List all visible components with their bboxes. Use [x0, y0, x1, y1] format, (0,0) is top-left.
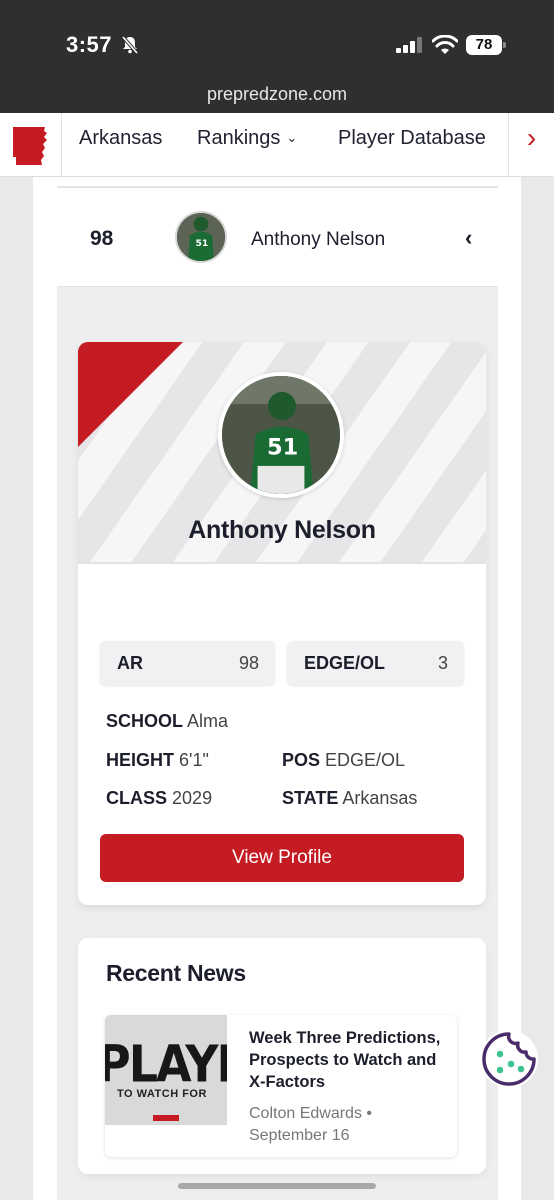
ranking-row[interactable]: 98 51 Anthony Nelson ‹ — [57, 189, 498, 287]
jersey-number: 51 — [267, 435, 298, 461]
stat-value: 3 — [437, 653, 448, 673]
svg-text:51: 51 — [195, 238, 208, 249]
nav-item-rankings-label: Rankings — [197, 127, 281, 149]
info-position: POS EDGE/OL — [282, 750, 405, 771]
info-label: CLASS — [106, 788, 168, 808]
rank-number: 98 — [90, 227, 114, 250]
info-value: Arkansas — [342, 788, 418, 808]
news-headline[interactable]: Week Three Predictions, Prospects to Wat… — [249, 1027, 449, 1093]
status-time: 3:57 — [66, 32, 113, 57]
chevron-right-icon[interactable]: › — [508, 113, 554, 177]
stat-value: 98 — [238, 653, 259, 673]
recent-news-section: Recent News PLAYERS TO WATCH FOR Week Th… — [78, 938, 486, 1174]
state-rank-box: AR 98 — [100, 641, 275, 685]
info-value: Alma — [187, 711, 229, 731]
news-meta: Colton Edwards • September 16 — [249, 1103, 449, 1147]
cellular-signal-icon — [396, 37, 422, 53]
thumbnail-logo — [153, 1115, 179, 1121]
arkansas-state-icon — [13, 127, 47, 165]
info-value: 6'1" — [179, 750, 209, 770]
nav-item-arkansas[interactable]: Arkansas — [79, 113, 162, 177]
status-bar: 3:57 78 prepredzone.com — [0, 0, 554, 113]
page-content: 98 51 Anthony Nelson ‹ 51 Anthony Nelson… — [33, 177, 521, 1200]
home-indicator[interactable] — [178, 1183, 376, 1189]
stat-label: AR — [117, 653, 143, 673]
site-nav: Arkansas Rankings ⌄ Player Database › — [0, 113, 554, 177]
cookie-settings-button[interactable] — [480, 1030, 538, 1088]
news-author: Colton Edwards — [249, 1105, 362, 1122]
thumbnail-subtext: TO WATCH FOR — [117, 1088, 207, 1100]
info-value: EDGE/OL — [325, 750, 406, 770]
cookie-icon — [482, 1032, 536, 1086]
player-photo: 51 — [218, 372, 344, 498]
info-class: CLASS 2029 — [106, 788, 212, 809]
thumbnail-text: PLAYERS — [105, 1034, 227, 1094]
info-height: HEIGHT 6'1" — [106, 750, 209, 771]
info-label: POS — [282, 750, 321, 770]
nav-item-rankings[interactable]: Rankings ⌄ — [197, 113, 297, 177]
position-rank-box: EDGE/OL 3 — [287, 641, 464, 685]
player-name: Anthony Nelson — [251, 229, 386, 250]
card-player-name: Anthony Nelson — [188, 516, 376, 544]
battery-icon: 78 — [466, 35, 506, 55]
divider — [57, 186, 498, 188]
address-bar-url[interactable]: prepredzone.com — [0, 84, 554, 105]
section-title: Recent News — [106, 960, 246, 986]
card-header: 51 Anthony Nelson — [78, 342, 486, 564]
news-thumbnail: PLAYERS TO WATCH FOR — [105, 1015, 227, 1125]
battery-level: 78 — [466, 35, 502, 55]
stat-label: EDGE/OL — [304, 653, 386, 673]
wifi-icon — [432, 35, 458, 54]
meta-separator: • — [366, 1105, 373, 1122]
info-label: HEIGHT — [106, 750, 175, 770]
info-label: STATE — [282, 788, 339, 808]
info-label: SCHOOL — [106, 711, 184, 731]
chevron-left-icon[interactable]: ‹ — [465, 225, 472, 251]
chevron-down-icon: ⌄ — [286, 130, 298, 145]
view-profile-button[interactable]: View Profile — [100, 834, 464, 882]
info-state: STATE Arkansas — [282, 788, 417, 809]
news-date: September 16 — [249, 1127, 350, 1144]
info-value: 2029 — [172, 788, 213, 808]
corner-accent — [78, 342, 183, 447]
nav-item-player-database[interactable]: Player Database — [338, 113, 486, 177]
bell-muted-icon — [121, 35, 139, 55]
avatar: 51 — [175, 211, 227, 263]
site-logo[interactable] — [0, 113, 62, 177]
player-card: 51 Anthony Nelson AR 98 EDGE/OL 3 SCHOOL… — [78, 342, 486, 905]
info-school: SCHOOL Alma — [106, 711, 228, 732]
news-item[interactable]: PLAYERS TO WATCH FOR Week Three Predicti… — [105, 1015, 457, 1157]
